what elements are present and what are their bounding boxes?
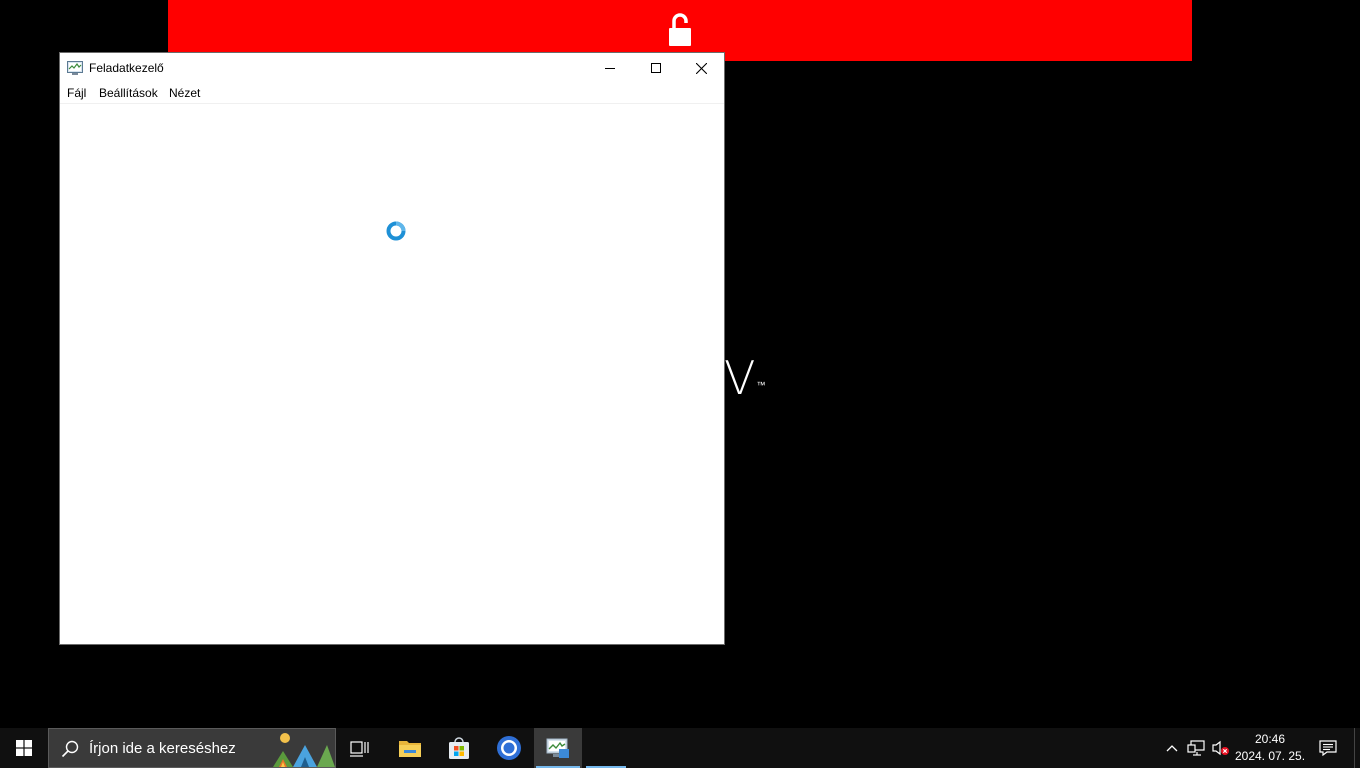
trademark-mark: ™ [756, 381, 766, 391]
unlocked-padlock-icon [669, 13, 691, 46]
title-bar[interactable]: Feladatkezelő [60, 53, 724, 83]
task-view-icon [350, 741, 369, 757]
maximize-button[interactable] [633, 53, 679, 83]
menu-bar: Fájl Beállítások Nézet [60, 83, 724, 104]
volume-muted-icon [1212, 740, 1229, 756]
background-brand-text: V™ [724, 350, 765, 406]
brand-letter: V [724, 351, 756, 405]
file-explorer-icon [399, 741, 421, 757]
clock-date: 2024. 07. 25. [1234, 749, 1306, 763]
notifications-button[interactable] [1312, 728, 1344, 768]
menu-view[interactable]: Nézet [169, 86, 200, 100]
start-button[interactable] [0, 728, 48, 768]
menu-file[interactable]: Fájl [67, 86, 86, 100]
menu-settings[interactable]: Beállítások [99, 86, 158, 100]
close-button[interactable] [678, 53, 724, 83]
window-title: Feladatkezelő [89, 61, 164, 75]
browser-button[interactable] [485, 728, 533, 768]
task-manager-taskbar-button[interactable] [534, 728, 582, 768]
file-explorer-button[interactable] [386, 728, 434, 768]
search-placeholder: Írjon ide a kereséshez [89, 740, 236, 757]
task-manager-taskbar-icon [546, 738, 569, 758]
search-box[interactable]: Írjon ide a kereséshez [48, 728, 336, 768]
browser-icon [497, 736, 521, 760]
minimize-button[interactable] [587, 53, 633, 83]
show-hidden-icons-button[interactable] [1160, 728, 1184, 768]
chevron-up-icon [1166, 745, 1178, 752]
search-icon [61, 740, 79, 758]
task-view-button[interactable] [336, 728, 384, 768]
network-button[interactable] [1184, 728, 1208, 768]
task-manager-window[interactable]: Feladatkezelő Fájl Beállítások Nézet [60, 53, 724, 644]
taskbar: Írjon ide a kereséshez 20:46 2024. 07. 2… [0, 728, 1360, 768]
clock-time: 20:46 [1254, 732, 1286, 746]
network-icon [1187, 740, 1205, 756]
show-desktop-button[interactable] [1354, 728, 1360, 768]
minimize-icon [605, 68, 615, 69]
windows-logo-icon [16, 740, 32, 756]
notification-center-icon [1319, 740, 1337, 756]
maximize-icon [651, 63, 661, 73]
volume-button[interactable] [1208, 728, 1232, 768]
clock[interactable]: 20:46 2024. 07. 25. [1232, 731, 1308, 765]
loading-spinner-icon [386, 221, 406, 241]
task-manager-icon [67, 61, 83, 75]
close-icon [695, 62, 707, 74]
microsoft-store-icon [449, 737, 469, 759]
open-app-button[interactable] [584, 728, 628, 768]
search-highlight-camping-icon [273, 733, 335, 767]
microsoft-store-button[interactable] [435, 728, 483, 768]
